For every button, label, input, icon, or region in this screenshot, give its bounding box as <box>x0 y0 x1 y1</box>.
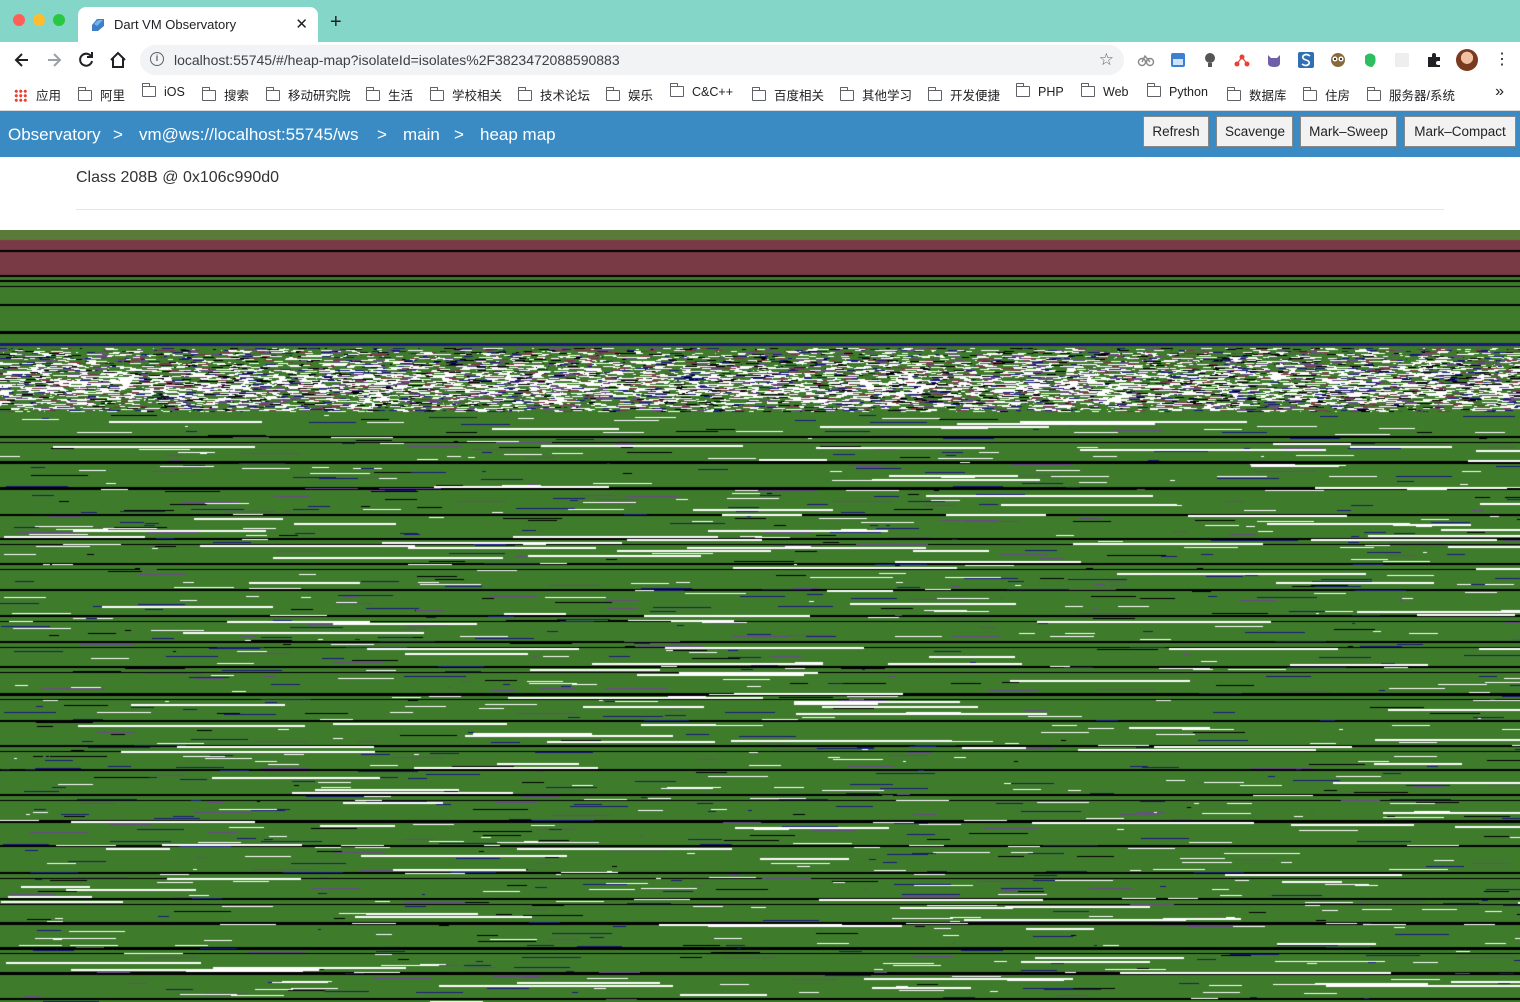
maximize-window-icon[interactable] <box>53 14 65 26</box>
heap-status-text: Class 208B @ 0x106c990d0 <box>76 169 280 186</box>
folder-icon <box>142 83 156 97</box>
breadcrumb-heap-map[interactable]: heap map <box>480 125 556 145</box>
divider <box>76 209 1444 210</box>
owl-extension-icon[interactable] <box>1329 51 1347 69</box>
folder-icon <box>752 87 766 101</box>
lightbulb-extension-icon[interactable] <box>1201 51 1219 69</box>
folder-icon <box>78 87 92 101</box>
browser-toolbar: i localhost:55745/#/heap-map?isolateId=i… <box>0 42 1520 78</box>
tab-title: Dart VM Observatory <box>114 17 237 32</box>
menu-kebab-icon[interactable]: ⋮ <box>1494 50 1510 68</box>
bookmark-folder[interactable]: 娱乐 <box>606 85 653 104</box>
bicycle-extension-icon[interactable] <box>1137 51 1155 69</box>
folder-icon <box>928 87 942 101</box>
bookmark-folder[interactable]: 百度相关 <box>752 85 824 104</box>
scavenge-button[interactable]: Scavenge <box>1216 116 1293 147</box>
breadcrumb-separator: > <box>454 125 464 144</box>
mark-compact-button[interactable]: Mark–Compact <box>1404 116 1516 147</box>
folder-icon <box>1367 87 1381 101</box>
breadcrumb-vm[interactable]: vm@ws://localhost:55745/ws <box>139 125 358 145</box>
bookmark-folder[interactable]: C&C++ <box>670 83 733 99</box>
bookmark-folder[interactable]: iOS <box>142 83 185 99</box>
forward-icon[interactable] <box>44 50 64 70</box>
bookmark-folder[interactable]: 学校相关 <box>430 85 502 104</box>
bookmark-folder[interactable]: 搜索 <box>202 85 249 104</box>
folder-icon <box>670 83 684 97</box>
folder-icon <box>606 87 620 101</box>
tab-strip: Dart VM Observatory ✕ + <box>0 0 1520 42</box>
refresh-button[interactable]: Refresh <box>1143 116 1209 147</box>
bookmark-folder[interactable]: 服务器/系统 <box>1367 85 1455 104</box>
network-extension-icon[interactable] <box>1233 51 1251 69</box>
bookmark-folder[interactable]: PHP <box>1016 83 1064 99</box>
bookmark-folder[interactable]: 开发便捷 <box>928 85 1000 104</box>
folder-icon <box>1303 87 1317 101</box>
minimize-window-icon[interactable] <box>33 14 45 26</box>
folder-icon <box>518 87 532 101</box>
bookmark-folder[interactable]: 技术论坛 <box>518 85 590 104</box>
home-icon[interactable] <box>108 50 128 70</box>
folder-icon <box>1147 83 1161 97</box>
bookmark-folder[interactable]: 生活 <box>366 85 413 104</box>
breadcrumb-separator: > <box>113 125 123 144</box>
bookmark-star-icon[interactable]: ☆ <box>1099 50 1114 70</box>
blank-extension-icon[interactable] <box>1393 51 1411 69</box>
new-tab-icon[interactable]: + <box>330 12 342 32</box>
close-window-icon[interactable] <box>13 14 25 26</box>
url-text[interactable]: localhost:55745/#/heap-map?isolateId=iso… <box>174 52 620 68</box>
folder-icon <box>840 87 854 101</box>
bookmark-folder[interactable]: 阿里 <box>78 85 125 104</box>
folder-icon <box>1016 83 1030 97</box>
apps-grid-icon <box>14 89 27 102</box>
puzzle-extension-icon[interactable] <box>1425 51 1443 69</box>
close-tab-icon[interactable]: ✕ <box>295 15 308 33</box>
reload-icon[interactable] <box>76 50 96 70</box>
bookmark-folder[interactable]: 其他学习 <box>840 85 912 104</box>
bookmarks-overflow-icon[interactable]: » <box>1495 83 1504 101</box>
bookmark-apps[interactable]: 应用 <box>14 85 61 104</box>
folder-icon <box>1081 83 1095 97</box>
evernote-extension-icon[interactable] <box>1361 51 1379 69</box>
folder-icon <box>366 87 380 101</box>
site-info-icon[interactable]: i <box>150 52 164 66</box>
bookmark-folder[interactable]: Web <box>1081 83 1128 99</box>
octocat-extension-icon[interactable] <box>1265 51 1283 69</box>
heap-map-canvas[interactable] <box>0 230 1520 1002</box>
folder-icon <box>266 87 280 101</box>
mark-sweep-button[interactable]: Mark–Sweep <box>1300 116 1397 147</box>
breadcrumb-separator: > <box>377 125 387 144</box>
breadcrumb-observatory[interactable]: Observatory <box>8 125 101 145</box>
window-extension-icon[interactable] <box>1169 51 1187 69</box>
breadcrumb-isolate[interactable]: main <box>403 125 440 145</box>
profile-avatar[interactable] <box>1456 49 1478 71</box>
observatory-nav-bar: Observatory > vm@ws://localhost:55745/ws… <box>0 111 1520 157</box>
bookmark-folder[interactable]: 住房 <box>1303 85 1350 104</box>
folder-icon <box>430 87 444 101</box>
address-bar[interactable]: i localhost:55745/#/heap-map?isolateId=i… <box>140 45 1124 75</box>
back-icon[interactable] <box>12 50 32 70</box>
bookmark-folder[interactable]: Python <box>1147 83 1208 99</box>
browser-tab[interactable]: Dart VM Observatory ✕ <box>78 7 318 42</box>
s-extension-icon[interactable] <box>1297 51 1315 69</box>
bookmark-folder[interactable]: 数据库 <box>1227 85 1287 104</box>
dart-logo-icon <box>92 19 104 31</box>
bookmark-folder[interactable]: 移动研究院 <box>266 85 351 104</box>
folder-icon <box>1227 87 1241 101</box>
folder-icon <box>202 87 216 101</box>
bookmarks-bar: 应用 阿里 iOS 搜索 移动研究院 生活 学校相关 技术论坛 娱乐 C&C++… <box>0 78 1520 111</box>
